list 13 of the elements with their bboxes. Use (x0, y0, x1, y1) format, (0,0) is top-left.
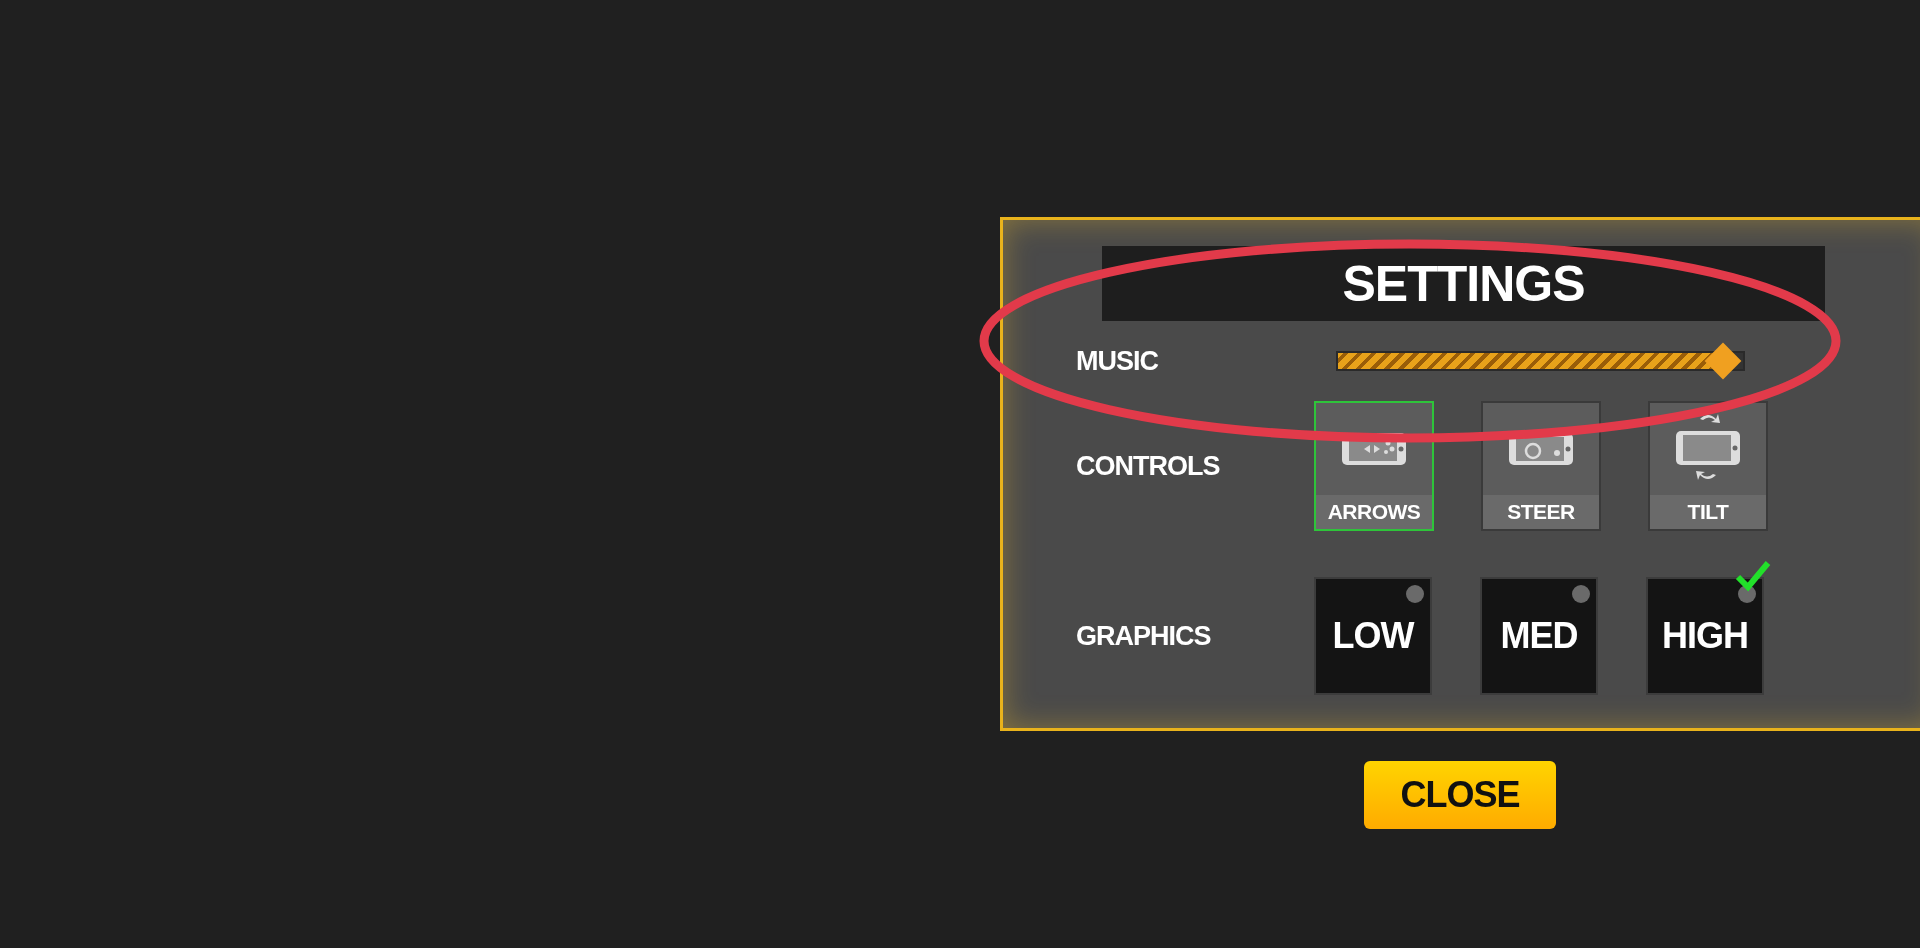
control-option[interactable]: ARROWS (1314, 401, 1434, 531)
close-button[interactable]: CLOSE (1364, 761, 1556, 829)
radio-dot-icon (1572, 585, 1590, 603)
graphics-option[interactable]: HIGH (1646, 577, 1764, 695)
control-option[interactable]: STEER (1481, 401, 1601, 531)
settings-title: SETTINGS (1102, 246, 1825, 321)
control-option[interactable]: TILT (1648, 401, 1768, 531)
graphics-option[interactable]: LOW (1314, 577, 1432, 695)
controls-label: CONTROLS (1076, 450, 1221, 482)
music-label: MUSIC (1076, 345, 1159, 377)
graphics-label: GRAPHICS (1076, 620, 1212, 652)
radio-dot-icon (1406, 585, 1424, 603)
graphics-option[interactable]: MED (1480, 577, 1598, 695)
